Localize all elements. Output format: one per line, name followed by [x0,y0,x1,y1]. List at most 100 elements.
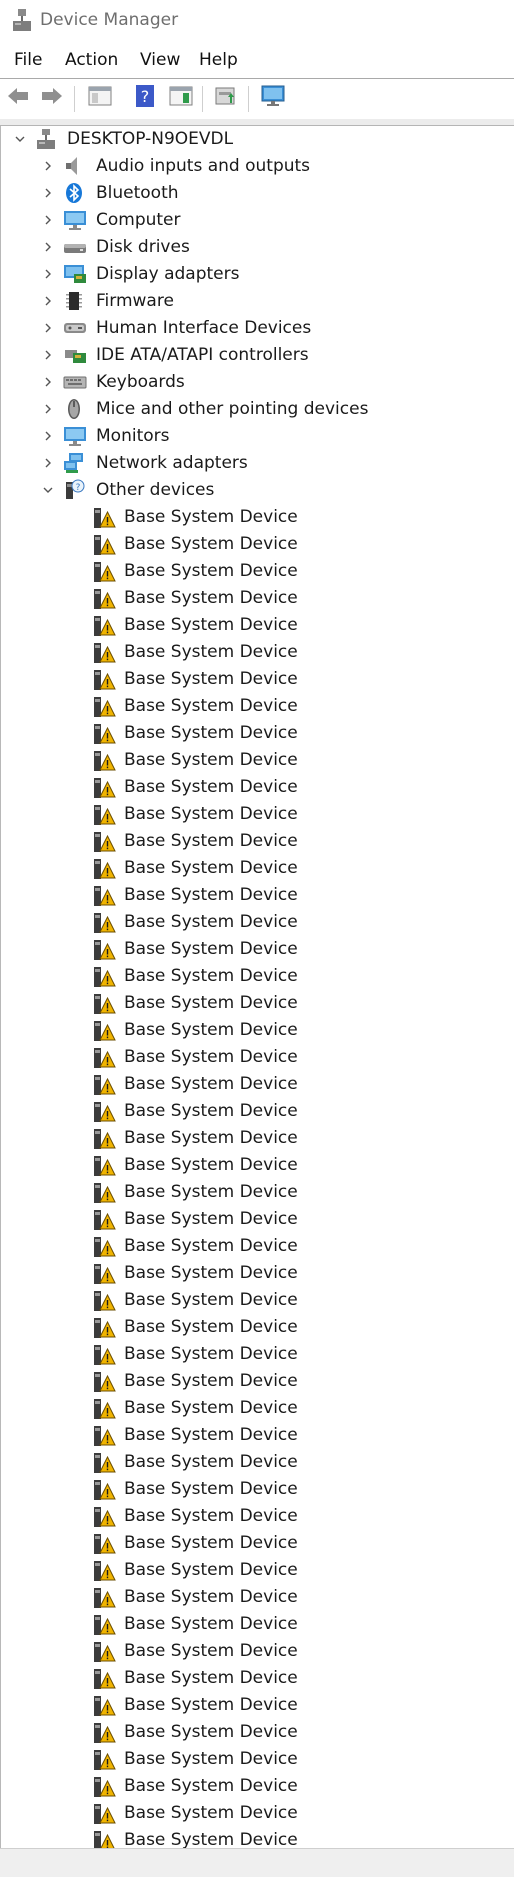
tree-category-node[interactable]: Network adapters [1,450,514,477]
tree-device-node[interactable]: Base System Device [1,1719,514,1746]
chevron-right-icon[interactable] [41,294,55,308]
chevron-right-icon[interactable] [41,159,55,173]
tree-device-node[interactable]: Base System Device [1,693,514,720]
tree-device-node[interactable]: Base System Device [1,1422,514,1449]
tree-category-node[interactable]: Computer [1,207,514,234]
tree-device-node[interactable]: Base System Device [1,855,514,882]
tree-device-node[interactable]: Base System Device [1,1287,514,1314]
chevron-right-icon[interactable] [41,240,55,254]
action-pane-button[interactable] [167,84,195,112]
tree-device-node[interactable]: Base System Device [1,666,514,693]
tree-device-node[interactable]: Base System Device [1,531,514,558]
device-warning-icon [92,1748,116,1770]
tree-device-node[interactable]: Base System Device [1,1692,514,1719]
mouse-icon [63,398,85,420]
tree-category-node[interactable]: Display adapters [1,261,514,288]
tree-category-node[interactable]: IDE ATA/ATAPI controllers [1,342,514,369]
tree-device-node[interactable]: Base System Device [1,882,514,909]
tree-device-node[interactable]: Base System Device [1,936,514,963]
chevron-right-icon[interactable] [41,267,55,281]
tree-device-node[interactable]: Base System Device [1,1584,514,1611]
tree-device-node[interactable]: Base System Device [1,1179,514,1206]
chevron-right-icon[interactable] [41,402,55,416]
tree-device-node[interactable]: Base System Device [1,1503,514,1530]
monitor-icon [63,425,86,447]
tree-device-node[interactable]: Base System Device [1,639,514,666]
tree-device-node[interactable]: Base System Device [1,1476,514,1503]
tree-device-node[interactable]: Base System Device [1,1773,514,1800]
tree-category-node[interactable]: Firmware [1,288,514,315]
tree-device-node[interactable]: Base System Device [1,990,514,1017]
tree-device-node[interactable]: Base System Device [1,1665,514,1692]
tree-device-node[interactable]: Base System Device [1,1017,514,1044]
tree-device-node[interactable]: Base System Device [1,558,514,585]
tree-device-node[interactable]: Base System Device [1,1827,514,1848]
tree-device-node[interactable]: Base System Device [1,747,514,774]
chevron-right-icon[interactable] [41,456,55,470]
update-driver-button[interactable] [212,84,240,112]
tree-device-node[interactable]: Base System Device [1,720,514,747]
device-tree[interactable]: DESKTOP-N9OEVDL Audio inputs and outputs B… [0,126,514,1848]
tree-category-node[interactable]: Monitors [1,423,514,450]
tree-device-node[interactable]: Base System Device [1,1233,514,1260]
tree-device-node[interactable]: Base System Device [1,612,514,639]
device-warning-icon [92,1775,116,1797]
tree-device-node[interactable]: Base System Device [1,963,514,990]
chevron-right-icon[interactable] [41,348,55,362]
tree-device-node[interactable]: Base System Device [1,1098,514,1125]
scan-hardware-button[interactable] [259,84,287,112]
tree-device-label: Base System Device [124,1425,298,1445]
menu-help[interactable]: Help [197,50,240,70]
tree-category-node[interactable]: ? Other devices [1,477,514,504]
help-button[interactable]: ? [131,84,159,112]
chevron-right-icon[interactable] [41,375,55,389]
tree-device-node[interactable]: Base System Device [1,1368,514,1395]
back-button[interactable] [4,84,32,112]
tree-device-node[interactable]: Base System Device [1,909,514,936]
tree-device-label: Base System Device [124,615,298,635]
tree-device-node[interactable]: Base System Device [1,1746,514,1773]
chevron-right-icon[interactable] [41,321,55,335]
tree-device-node[interactable]: Base System Device [1,1557,514,1584]
tree-device-node[interactable]: Base System Device [1,1611,514,1638]
tree-device-node[interactable]: Base System Device [1,1206,514,1233]
console-tree-button[interactable] [86,84,114,112]
device-warning-icon [92,722,116,744]
tree-device-node[interactable]: Base System Device [1,828,514,855]
tree-device-node[interactable]: Base System Device [1,1800,514,1827]
tree-device-node[interactable]: Base System Device [1,585,514,612]
tree-device-label: Base System Device [124,588,298,608]
tree-device-node[interactable]: Base System Device [1,504,514,531]
tree-category-label: Computer [96,210,181,230]
chevron-down-icon[interactable] [13,132,27,146]
tree-device-node[interactable]: Base System Device [1,1125,514,1152]
tree-category-node[interactable]: Disk drives [1,234,514,261]
tree-category-node[interactable]: Human Interface Devices [1,315,514,342]
tree-root-node[interactable]: DESKTOP-N9OEVDL [1,126,514,153]
tree-device-label: Base System Device [124,1263,298,1283]
tree-device-node[interactable]: Base System Device [1,1260,514,1287]
tree-device-node[interactable]: Base System Device [1,1449,514,1476]
menu-file[interactable]: File [12,50,44,70]
tree-device-node[interactable]: Base System Device [1,774,514,801]
chevron-right-icon[interactable] [41,213,55,227]
tree-category-node[interactable]: Bluetooth [1,180,514,207]
tree-device-node[interactable]: Base System Device [1,1314,514,1341]
tree-device-node[interactable]: Base System Device [1,1638,514,1665]
chevron-right-icon[interactable] [41,429,55,443]
tree-device-node[interactable]: Base System Device [1,1071,514,1098]
tree-device-node[interactable]: Base System Device [1,1395,514,1422]
forward-button[interactable] [38,84,66,112]
tree-device-node[interactable]: Base System Device [1,1530,514,1557]
menu-action[interactable]: Action [63,50,120,70]
chevron-down-icon[interactable] [41,483,55,497]
tree-device-node[interactable]: Base System Device [1,1044,514,1071]
tree-category-node[interactable]: Mice and other pointing devices [1,396,514,423]
tree-category-node[interactable]: Audio inputs and outputs [1,153,514,180]
tree-device-node[interactable]: Base System Device [1,1341,514,1368]
chevron-right-icon[interactable] [41,186,55,200]
menu-view[interactable]: View [138,50,182,70]
tree-device-node[interactable]: Base System Device [1,1152,514,1179]
tree-category-node[interactable]: Keyboards [1,369,514,396]
tree-device-node[interactable]: Base System Device [1,801,514,828]
